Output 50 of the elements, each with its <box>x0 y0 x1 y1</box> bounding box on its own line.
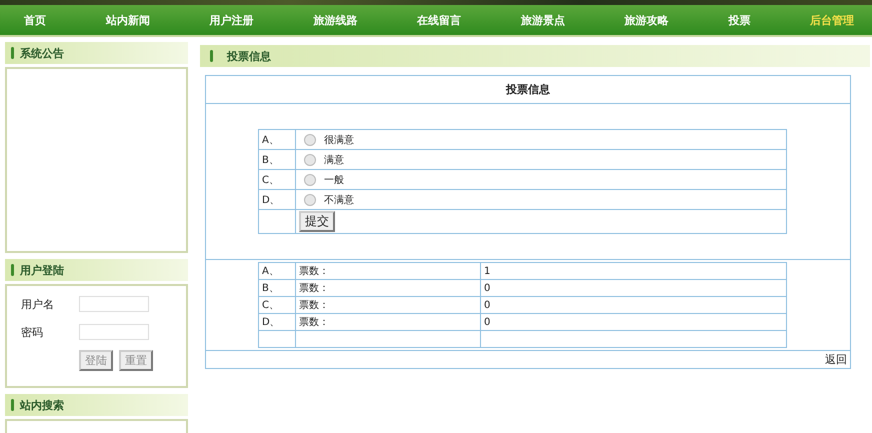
option-label: 满意 <box>324 154 344 166</box>
bar-icon <box>11 47 14 59</box>
option-letter: D、 <box>262 317 280 328</box>
option-letter: D、 <box>262 194 280 206</box>
radio-button[interactable] <box>304 134 316 146</box>
password-field[interactable] <box>79 324 149 340</box>
nav-link[interactable]: 首页 <box>24 12 46 28</box>
login-button[interactable]: 登陆 <box>79 350 113 371</box>
option-label: 一般 <box>324 174 344 186</box>
vote-label: 票数： <box>299 317 329 328</box>
vote-count: 0 <box>484 300 490 310</box>
option-label: 很满意 <box>324 134 354 146</box>
nav-link[interactable]: 旅游线路 <box>313 12 358 28</box>
option-label: 不满意 <box>324 194 354 206</box>
field-label: 密码 <box>21 324 44 340</box>
option-letter: C、 <box>262 300 279 311</box>
field-label: 用户名 <box>21 296 55 312</box>
option-letter: A、 <box>262 266 279 277</box>
nav-link[interactable]: 在线留言 <box>417 12 461 28</box>
option-letter: C、 <box>262 174 279 186</box>
vote-label: 票数： <box>299 283 329 294</box>
bar-icon <box>11 399 14 411</box>
nav-link[interactable]: 投票 <box>728 12 750 28</box>
vote-count: 1 <box>484 266 490 276</box>
nav-link[interactable]: 用户注册 <box>210 12 254 28</box>
vote-count: 0 <box>484 282 490 294</box>
content-title: 投票信息 <box>227 48 271 64</box>
option-letter: B、 <box>262 283 279 294</box>
option-letter: B、 <box>262 154 279 166</box>
panel-title: 站内搜索 <box>20 398 64 412</box>
username-field[interactable] <box>79 296 149 312</box>
vote-label: 票数： <box>299 300 329 311</box>
vote-title: 投票信息 <box>506 82 550 97</box>
radio-button[interactable] <box>304 174 316 186</box>
nav-link[interactable]: 旅游景点 <box>520 12 565 28</box>
radio-button[interactable] <box>304 194 316 206</box>
vote-count: 0 <box>484 316 490 328</box>
reset-button[interactable]: 重置 <box>119 350 153 371</box>
vote-label: 票数： <box>299 266 329 277</box>
back-link[interactable]: 返回 <box>825 352 847 367</box>
option-letter: A、 <box>262 134 279 146</box>
radio-button[interactable] <box>304 154 316 166</box>
bar-icon <box>11 264 14 276</box>
nav-link[interactable]: 旅游攻略 <box>624 12 668 28</box>
panel-title: 系统公告 <box>20 46 64 60</box>
panel-title: 用户登陆 <box>20 262 64 278</box>
submit-button[interactable]: 提交 <box>299 211 335 232</box>
nav-link[interactable]: 站内新闻 <box>106 12 150 28</box>
nav-link[interactable]: 后台管理 <box>810 12 854 28</box>
bar-icon <box>210 50 213 62</box>
